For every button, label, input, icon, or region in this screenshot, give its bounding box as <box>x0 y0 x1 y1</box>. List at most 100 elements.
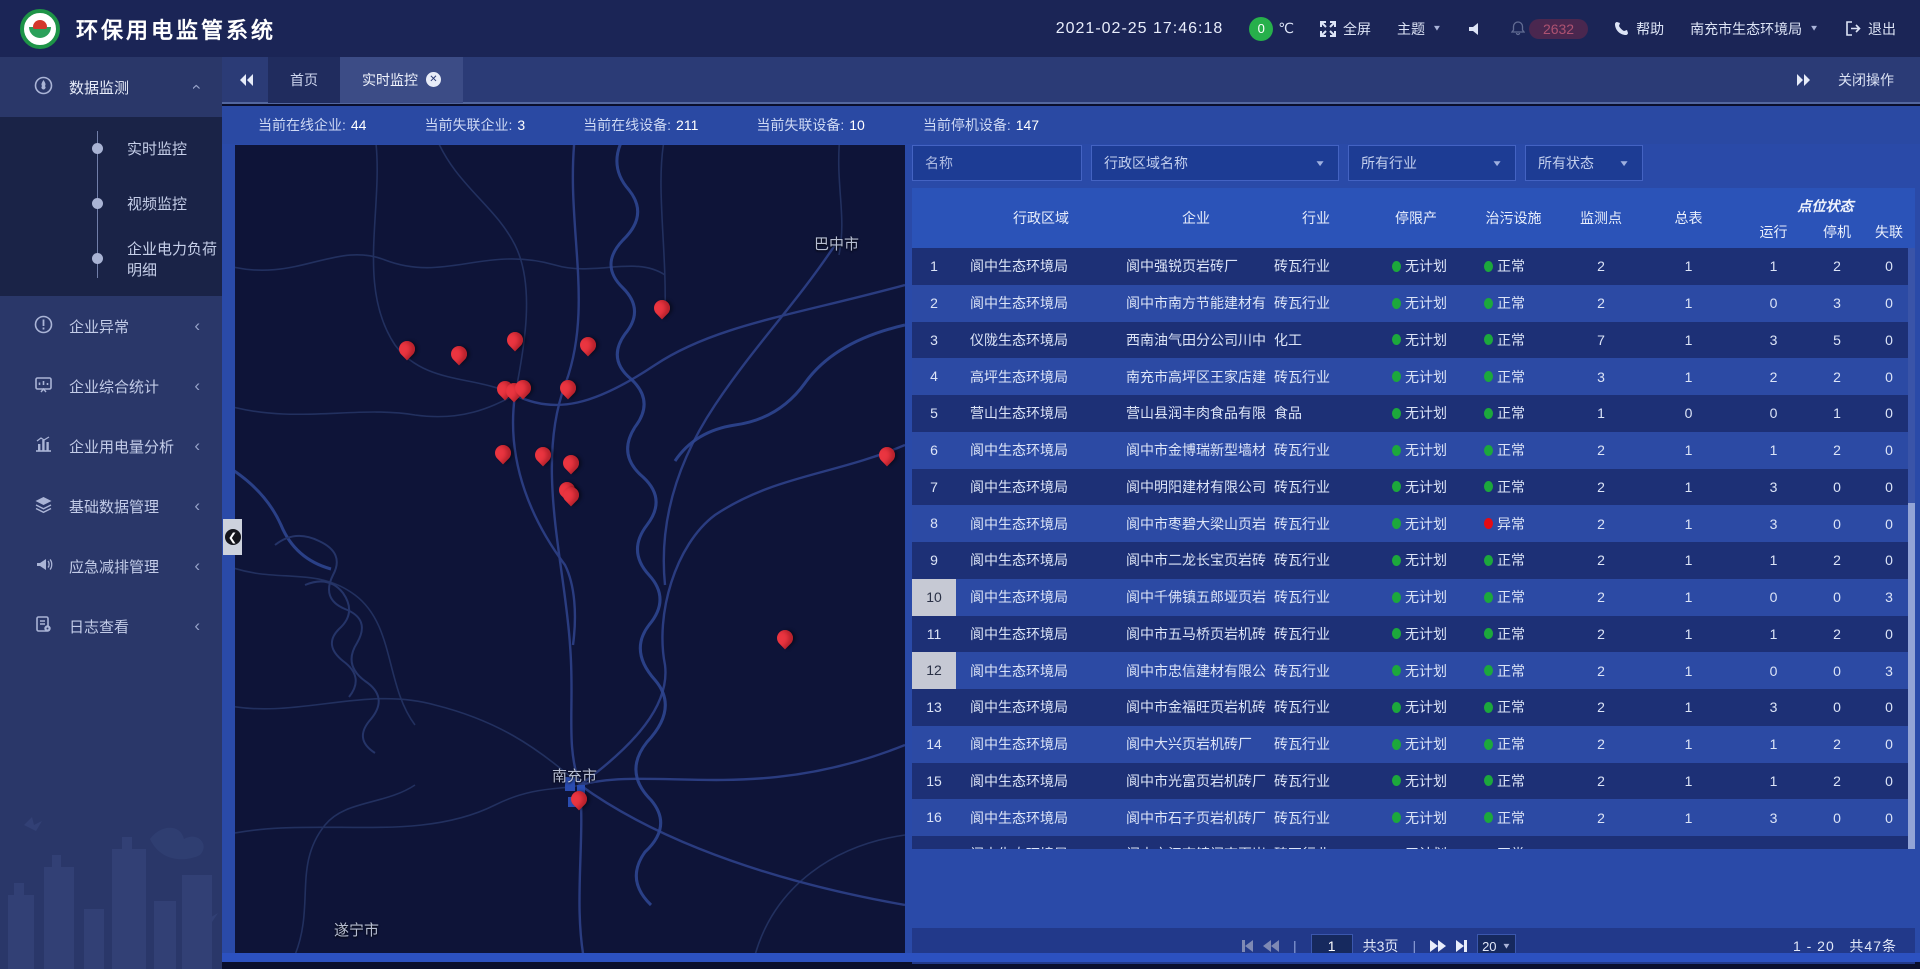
status-dot-icon <box>1484 665 1493 676</box>
row-company: 阆中市五马桥页岩机砖 <box>1126 624 1266 644</box>
table-row[interactable]: 16 阆中生态环境局 阆中市石子页岩机砖厂 砖瓦行业 无计划 正常 2 1 3 … <box>912 799 1915 836</box>
status-dot-icon <box>1392 665 1401 676</box>
row-industry: 砖瓦行业 <box>1266 624 1366 644</box>
map-collapse-handle[interactable]: ❮ <box>223 519 242 555</box>
org-menu[interactable]: 南充市生态环境局 ▼ <box>1690 19 1819 39</box>
row-facility: 正常 <box>1466 550 1561 570</box>
table-row[interactable]: 5 营山生态环境局 营山县润丰肉食品有限 食品 无计划 正常 1 0 0 1 0 <box>912 395 1915 432</box>
table-row[interactable]: 6 阆中生态环境局 阆中市金博瑞新型墙材 砖瓦行业 无计划 正常 2 1 1 2… <box>912 432 1915 469</box>
row-limit: 无计划 <box>1366 256 1466 276</box>
row-company: 阆中千佛镇五郎垭页岩 <box>1126 587 1266 607</box>
tab-2[interactable]: 实时监控✕ <box>340 56 463 103</box>
stat-item-4: 当前失联设备:10 <box>756 115 864 135</box>
stat-item-1: 当前在线企业:44 <box>258 115 366 135</box>
row-region: 阆中生态环境局 <box>956 697 1126 717</box>
row-limit: 无计划 <box>1366 734 1466 754</box>
row-facility: 正常 <box>1466 293 1561 313</box>
col-stop: 停机 <box>1811 216 1863 248</box>
row-facility: 正常 <box>1466 808 1561 828</box>
status-dot-icon <box>1484 812 1493 823</box>
row-run-count: 1 <box>1736 552 1811 568</box>
table-row[interactable]: 12 阆中生态环境局 阆中市忠信建材有限公 砖瓦行业 无计划 正常 2 1 0 … <box>912 652 1915 689</box>
row-region: 阆中生态环境局 <box>956 587 1126 607</box>
row-monitor-count: 2 <box>1561 699 1641 715</box>
logout-icon <box>1845 21 1861 36</box>
row-industry: 砖瓦行业 <box>1266 587 1366 607</box>
name-filter[interactable] <box>912 145 1082 181</box>
row-meter-count: 1 <box>1641 699 1736 715</box>
sidebar-item-2[interactable]: 企业异常‹ <box>0 296 222 356</box>
tab-1[interactable]: 首页 <box>268 56 340 103</box>
logout-button[interactable]: 退出 <box>1845 19 1896 39</box>
row-facility: 正常 <box>1466 771 1561 791</box>
table-row[interactable]: 2 阆中生态环境局 阆中市南方节能建材有 砖瓦行业 无计划 正常 2 1 0 3… <box>912 285 1915 322</box>
page-size-value: 20 <box>1482 939 1496 954</box>
row-industry: 砖瓦行业 <box>1266 514 1366 534</box>
table-row[interactable]: 13 阆中生态环境局 阆中市金福旺页岩机砖 砖瓦行业 无计划 正常 2 1 3 … <box>912 689 1915 726</box>
close-operations-button[interactable]: 关闭操作 <box>1838 70 1894 90</box>
sidebar-item-7[interactable]: 日志查看‹ <box>0 596 222 656</box>
table-row[interactable]: 11 阆中生态环境局 阆中市五马桥页岩机砖 砖瓦行业 无计划 正常 2 1 1 … <box>912 616 1915 653</box>
table-row[interactable]: 10 阆中生态环境局 阆中千佛镇五郎垭页岩 砖瓦行业 无计划 正常 2 1 0 … <box>912 579 1915 616</box>
sidebar-subitem-2[interactable]: 视频监控 <box>0 176 222 231</box>
tabs-scroll-left-button[interactable] <box>238 73 254 87</box>
sidebar-subitem-3[interactable]: 企业电力负荷明细 <box>0 231 222 286</box>
fullscreen-button[interactable]: 全屏 <box>1320 19 1371 39</box>
chevron-collapsed-icon: ‹ <box>194 316 200 336</box>
chevron-down-icon: ▼ <box>1314 158 1326 168</box>
prev-page-button[interactable] <box>1263 940 1279 952</box>
help-button[interactable]: 帮助 <box>1614 19 1664 39</box>
tab-bar: 首页实时监控✕ 关闭操作 <box>222 57 1920 104</box>
table-row[interactable]: 4 高坪生态环境局 南充市高坪区王家店建 砖瓦行业 无计划 正常 3 1 2 2… <box>912 358 1915 395</box>
chevron-down-icon: ▼ <box>1809 24 1819 33</box>
sidebar-subitem-1[interactable]: 实时监控 <box>0 121 222 176</box>
map-panel[interactable]: 巴中市南充市遂宁市 <box>235 145 905 955</box>
sidebar-item-1[interactable]: 数据监测‹ <box>0 57 222 117</box>
industry-filter-select[interactable]: 所有行业 ▼ <box>1348 145 1516 181</box>
row-region: 营山生态环境局 <box>956 403 1126 423</box>
region-filter-select[interactable]: 行政区域名称 ▼ <box>1091 145 1339 181</box>
table-row[interactable]: 9 阆中生态环境局 阆中市二龙长宝页岩砖 砖瓦行业 无计划 正常 2 1 1 2… <box>912 542 1915 579</box>
chevron-collapsed-icon: ‹ <box>194 496 200 516</box>
last-page-button[interactable] <box>1456 940 1467 952</box>
row-index: 17 <box>912 836 956 849</box>
table-row[interactable]: 15 阆中生态环境局 阆中市光富页岩机砖厂 砖瓦行业 无计划 正常 2 1 1 … <box>912 763 1915 800</box>
table-row[interactable]: 1 阆中生态环境局 阆中强锐页岩砖厂 砖瓦行业 无计划 正常 2 1 1 2 0 <box>912 248 1915 285</box>
sidebar-item-5[interactable]: 基础数据管理‹ <box>0 476 222 536</box>
table-scrollbar[interactable] <box>1908 248 1915 849</box>
status-filter-value: 所有状态 <box>1538 153 1594 173</box>
status-filter-select[interactable]: 所有状态 ▼ <box>1525 145 1643 181</box>
sidebar-item-4[interactable]: 企业用电量分析‹ <box>0 416 222 476</box>
table-row[interactable]: 8 阆中生态环境局 阆中市枣碧大梁山页岩 砖瓦行业 无计划 异常 2 1 3 0… <box>912 505 1915 542</box>
row-industry: 砖瓦行业 <box>1266 293 1366 313</box>
row-limit: 无计划 <box>1366 624 1466 644</box>
status-dot-icon <box>1392 555 1401 566</box>
first-page-button[interactable] <box>1242 940 1253 952</box>
tab-close-icon[interactable]: ✕ <box>426 72 441 87</box>
status-dot-icon <box>1484 445 1493 456</box>
tabs-scroll-right-button[interactable] <box>1796 73 1812 87</box>
name-filter-input[interactable] <box>925 155 1069 171</box>
row-monitor-count: 2 <box>1561 773 1641 789</box>
fullscreen-icon <box>1320 21 1336 37</box>
notification-counter[interactable]: 2632 <box>1511 19 1588 39</box>
next-page-button[interactable] <box>1430 940 1446 952</box>
table-row[interactable]: 17 阆中生态环境局 阆中市江南镇阆南页岩 砖瓦行业 无计划 正常 2 1 0 … <box>912 836 1915 849</box>
scrollbar-thumb[interactable] <box>1908 503 1915 849</box>
row-monitor-count: 3 <box>1561 369 1641 385</box>
table-row[interactable]: 14 阆中生态环境局 阆中大兴页岩机砖厂 砖瓦行业 无计划 正常 2 1 1 2… <box>912 726 1915 763</box>
table-row[interactable]: 7 阆中生态环境局 阆中明阳建材有限公司 砖瓦行业 无计划 正常 2 1 3 0… <box>912 469 1915 506</box>
row-monitor-count: 2 <box>1561 516 1641 532</box>
theme-menu[interactable]: 主题 ▼ <box>1397 19 1442 39</box>
theme-label: 主题 <box>1397 19 1425 39</box>
row-region: 阆中生态环境局 <box>956 771 1126 791</box>
row-monitor-count: 7 <box>1561 332 1641 348</box>
row-stop-count: 0 <box>1811 479 1863 495</box>
map-roads <box>235 145 905 955</box>
row-monitor-count: 2 <box>1561 479 1641 495</box>
table-row[interactable]: 3 仪陇生态环境局 西南油气田分公司川中 化工 无计划 正常 7 1 3 5 0 <box>912 322 1915 359</box>
sidebar-item-3[interactable]: 企业综合统计‹ <box>0 356 222 416</box>
status-dot-icon <box>1392 812 1401 823</box>
speaker-muted-icon[interactable] <box>1468 21 1485 37</box>
sidebar-item-6[interactable]: 应急减排管理‹ <box>0 536 222 596</box>
